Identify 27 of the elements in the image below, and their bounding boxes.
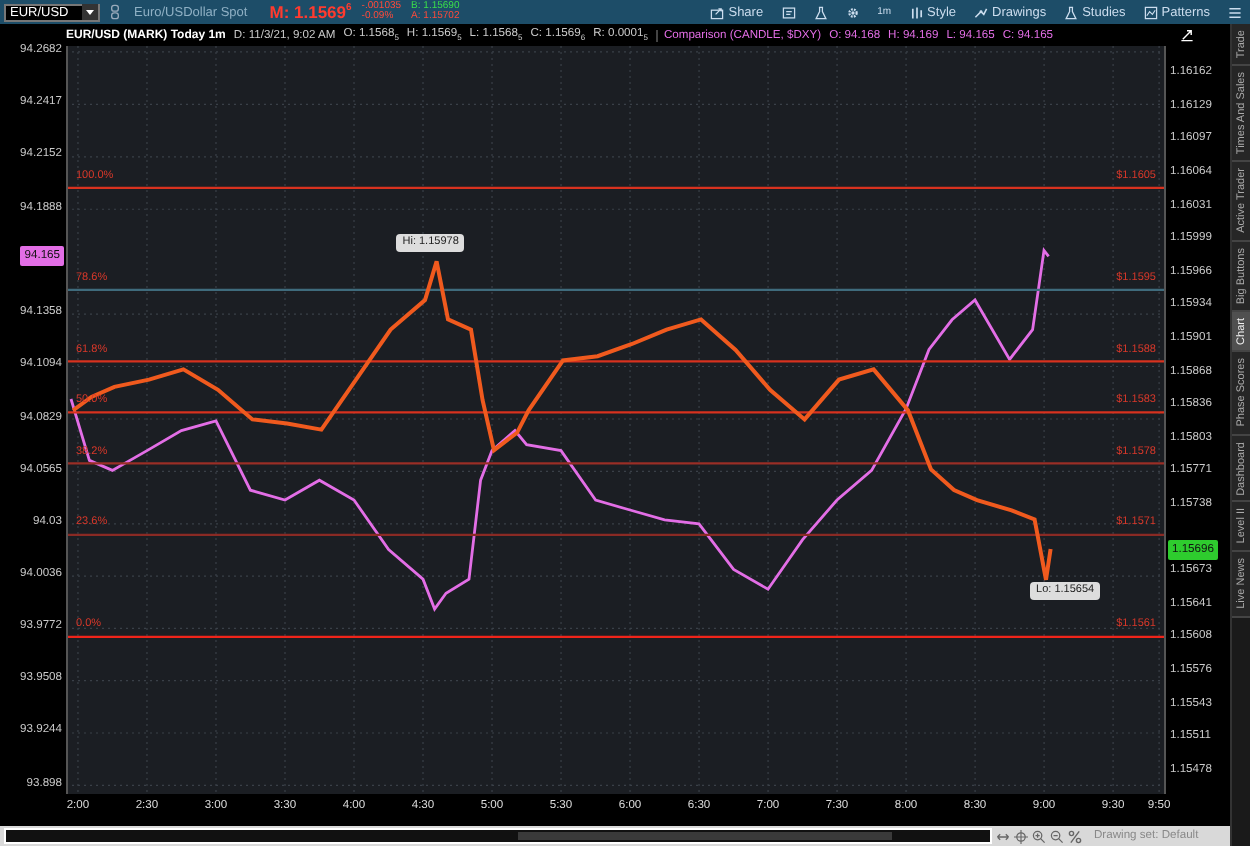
fibonacci-line[interactable] [68, 288, 1164, 291]
crosshair-icon[interactable] [1014, 829, 1028, 843]
horizontal-scrollbar[interactable] [4, 828, 992, 844]
toolbar-icon-button[interactable] [777, 1, 800, 23]
fibonacci-line[interactable] [68, 635, 1164, 638]
scrollbar-thumb[interactable] [517, 832, 892, 840]
fibonacci-line[interactable] [68, 186, 1164, 189]
line-drawing-icon [974, 5, 988, 19]
menu-icon [1228, 5, 1242, 19]
zoom-out-icon[interactable] [1050, 829, 1064, 843]
zoom-in-icon[interactable] [1032, 829, 1046, 843]
settings-icon [845, 5, 860, 19]
bars-icon [909, 5, 924, 19]
expand-icon[interactable] [1180, 28, 1194, 42]
flask-icon [1064, 5, 1079, 19]
notes-icon [781, 5, 796, 19]
dropdown-icon[interactable] [82, 4, 98, 20]
pattern-icon [1143, 5, 1158, 19]
fibonacci-line[interactable] [68, 411, 1164, 414]
percent-icon[interactable] [1068, 829, 1082, 843]
fibonacci-line[interactable] [68, 360, 1164, 363]
mark-price: M: 1.1569$^{6}$ [269, 2, 352, 22]
pan-icon[interactable] [996, 829, 1010, 843]
link-icon[interactable] [110, 4, 120, 20]
share-icon [710, 5, 725, 19]
flask-icon [813, 5, 828, 19]
toolbar-icon-button[interactable] [809, 1, 832, 23]
